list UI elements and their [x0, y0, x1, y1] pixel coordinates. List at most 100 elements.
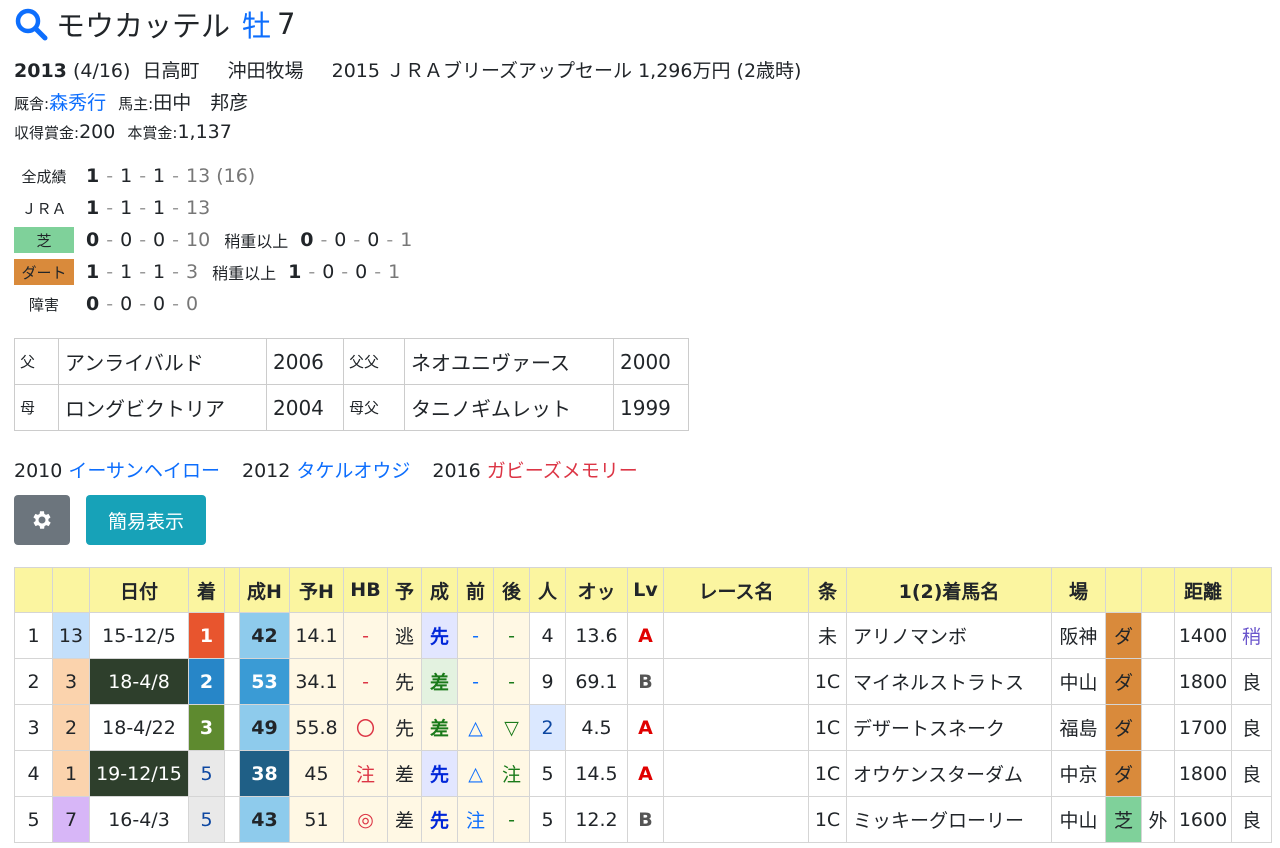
record-separator: - — [139, 261, 147, 283]
cell-race — [663, 796, 809, 843]
record-separator: - — [172, 229, 179, 251]
horse-sex: 牡 — [242, 9, 272, 43]
record-row: ダート 1-1-1-3 稍重以上 1-0-0-1 — [14, 256, 412, 288]
pedigree-k1: 母 — [14, 384, 59, 431]
record-count: 0 — [186, 293, 199, 315]
pedigree-v1: アンライバルド — [58, 338, 267, 385]
record-count: 1 — [86, 261, 100, 283]
table-row[interactable]: 1 13 15-12/5 1 42 14.1- 逃先 - -4 13.6 A 未アリノマンボ 阪神ダ 14… — [14, 612, 1272, 659]
column-header[interactable]: 人 — [529, 567, 566, 613]
record-count: 0 — [300, 229, 314, 251]
trainer-link[interactable]: 森秀行 — [49, 92, 106, 114]
record-row: ＪＲＡ 1-1-1-13 — [14, 192, 412, 224]
cell-horse[interactable]: ミッキーグローリー — [846, 796, 1052, 843]
cell-no: 2 — [14, 658, 53, 705]
column-header[interactable]: HB — [343, 567, 388, 613]
cell-no: 1 — [14, 612, 53, 659]
record-separator: - — [308, 261, 316, 283]
cell-hb: 注 — [343, 750, 388, 797]
cell-mae: 注 — [457, 796, 494, 843]
column-header[interactable]: 成 — [421, 567, 458, 613]
column-header[interactable]: 日付 — [89, 567, 189, 613]
column-header[interactable]: 1(2)着馬名 — [846, 567, 1052, 613]
column-header[interactable]: 距離 — [1174, 567, 1232, 613]
column-header[interactable] — [52, 567, 90, 613]
record-count: 0 — [120, 229, 133, 251]
table-row[interactable]: 5 7 16-4/3 5 43 51 ◎ 差先注 -5 12.2 B 1C ミッキーグローリー 中山芝外 1… — [14, 796, 1272, 843]
cell-hb: - — [343, 658, 388, 705]
column-header[interactable] — [1105, 567, 1142, 613]
sibling-year: 2010 — [14, 460, 63, 482]
record-count: 0 — [334, 229, 347, 251]
cell-date: 15-12/5 — [89, 612, 189, 659]
record-count: 13 — [186, 165, 211, 187]
record-separator: - — [106, 197, 114, 219]
table-row[interactable]: 2 3 18-4/8 2 53 34.1- 先差 - -9 69.1 B 1C マイネルストラトス 中山ダ… — [14, 658, 1272, 705]
simple-view-button[interactable]: 簡易表示 — [86, 495, 206, 545]
record-count: 0 — [355, 261, 368, 283]
cell-horse[interactable]: アリノマンボ — [846, 612, 1052, 659]
pedigree-y1: 2004 — [266, 384, 344, 431]
cell-horse[interactable]: マイネルストラトス — [846, 658, 1052, 705]
cell-no: 5 — [14, 796, 53, 843]
settings-button[interactable] — [14, 495, 70, 545]
cell-hb: ◎ — [343, 796, 388, 843]
cell-date: 18-4/8 — [89, 658, 189, 705]
pedigree-k2: 父父 — [343, 338, 405, 385]
cell-frame: 7 — [52, 796, 90, 843]
record-extra: (16) — [216, 165, 256, 187]
column-header[interactable]: 成H — [239, 567, 290, 613]
record-separator: - — [106, 229, 114, 251]
column-header[interactable]: レース名 — [663, 567, 809, 613]
column-header[interactable]: 予H — [289, 567, 344, 613]
cell-date: 18-4/22 — [89, 704, 189, 751]
cell-yo: 逃 — [387, 612, 422, 659]
cell-no: 3 — [14, 704, 53, 751]
cell-odds: 12.2 — [565, 796, 628, 843]
cell-tr: ダ — [1105, 612, 1142, 659]
stable-line: 厩舎:森秀行 馬主:田中 邦彦 — [14, 88, 248, 115]
cell-jo: 未 — [808, 612, 847, 659]
cell-yo: 差 — [387, 750, 422, 797]
sibling-link[interactable]: ガビーズメモリー — [487, 460, 638, 482]
table-row[interactable]: 4 1 19-12/15 5 38 45 注差先 △ 注 5 14.5 A 1C オウケンスターダム 中京ダ… — [14, 750, 1272, 797]
sibling-link[interactable]: イーサンヘイロー — [68, 460, 220, 482]
column-header[interactable]: Lv — [627, 567, 664, 613]
cell-tr: 芝 — [1105, 796, 1142, 843]
cell-odds: 4.5 — [565, 704, 628, 751]
reload-button[interactable] — [14, 567, 53, 613]
cell-yh: 45 — [289, 750, 344, 797]
column-header[interactable] — [1141, 567, 1175, 613]
cell-ex — [1141, 658, 1175, 705]
column-header[interactable]: 予 — [387, 567, 422, 613]
record-count: 0 — [120, 293, 133, 315]
column-header[interactable]: オッ — [565, 567, 628, 613]
column-header[interactable]: 条 — [808, 567, 847, 613]
column-header[interactable]: 着 — [188, 567, 225, 613]
cell-horse[interactable]: オウケンスターダム — [846, 750, 1052, 797]
record-row: 障害 0-0-0-0 — [14, 288, 412, 320]
cell-mae: - — [457, 612, 494, 659]
cell-horse[interactable]: デザートスネーク — [846, 704, 1052, 751]
cell-lv: A — [627, 704, 664, 751]
cell-race — [663, 658, 809, 705]
column-header[interactable]: 後 — [493, 567, 530, 613]
table-row[interactable]: 3 2 18-4/22 3 49 55.8 〇先差 △ ▽ 2 4.5 A 1C デザートスネーク 福島ダ 1… — [14, 704, 1272, 751]
search-icon[interactable] — [14, 7, 48, 41]
cell-ex: 外 — [1141, 796, 1175, 843]
column-header[interactable] — [224, 567, 240, 613]
record-separator: - — [139, 229, 147, 251]
column-header[interactable]: 前 — [457, 567, 494, 613]
cell-sh: 43 — [239, 796, 290, 843]
profile-line: 2013 (4/16) 日高町 沖田牧場 2015 ＪＲＡブリーズアップセール … — [14, 56, 801, 83]
record-label: ＪＲＡ — [21, 199, 67, 218]
column-header[interactable] — [1231, 567, 1272, 613]
cell-mae: △ — [457, 750, 494, 797]
cell-no: 4 — [14, 750, 53, 797]
cell-x — [224, 612, 240, 659]
sibling-link[interactable]: タケルオウジ — [296, 460, 410, 482]
record-count: 1 — [153, 197, 166, 219]
siblings-line: 2010 イーサンヘイロー 2012 タケルオウジ 2016 ガビーズメモリー — [14, 456, 660, 483]
earn-value-2: 1,137 — [177, 121, 232, 143]
column-header[interactable]: 場 — [1051, 567, 1106, 613]
